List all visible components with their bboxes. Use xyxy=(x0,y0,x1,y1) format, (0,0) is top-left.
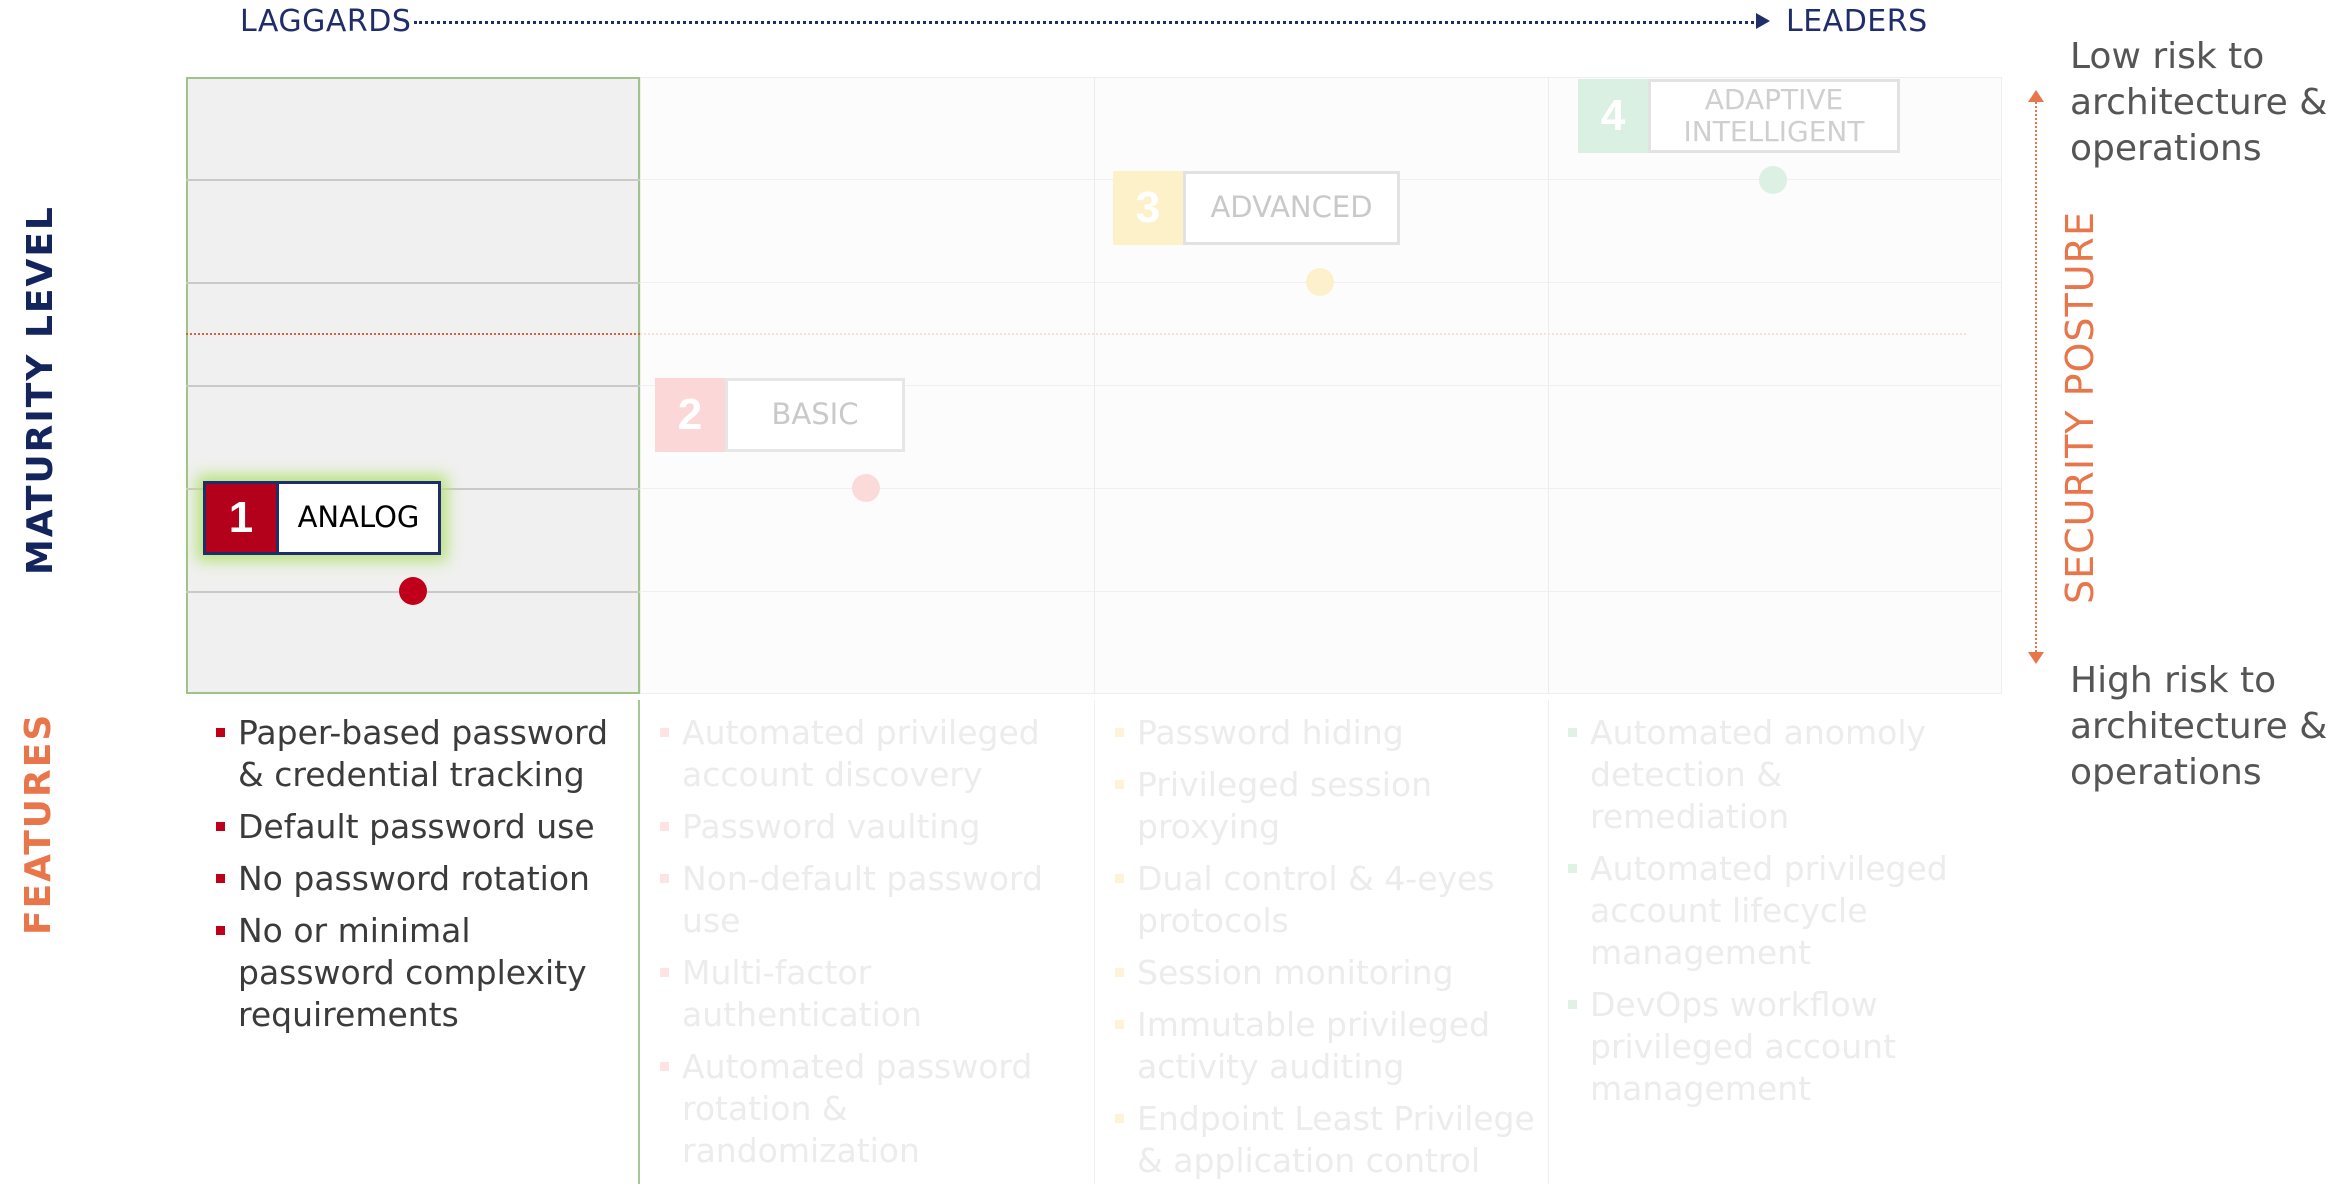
arrow-down-icon xyxy=(2028,652,2044,664)
feature-item: Session monitoring xyxy=(1115,952,1535,994)
feature-item: Immutable privileged activity auditing xyxy=(1115,1004,1535,1088)
level-badge-advanced: 3 ADVANCED xyxy=(1113,171,1400,245)
high-risk-label: High risk to architecture & operations xyxy=(2070,660,2328,793)
feature-item: Non-default password use xyxy=(660,858,1080,942)
progression-arrow-line xyxy=(414,21,1760,24)
level-number: 4 xyxy=(1578,79,1648,153)
features-advanced: Password hiding Privileged session proxy… xyxy=(1115,712,1535,1192)
level-badge-analog: 1 ANALOG xyxy=(203,481,441,555)
feature-item: Automated anomoly detection & remediatio… xyxy=(1568,712,1968,838)
column-divider xyxy=(638,700,640,1184)
feature-item: No or minimal password complexity requir… xyxy=(216,910,636,1036)
level-label: ANALOG xyxy=(276,481,441,555)
feature-item: Endpoint Least Privilege & application c… xyxy=(1115,1098,1535,1182)
security-axis-line xyxy=(2035,98,2037,656)
grid-line xyxy=(186,282,640,284)
security-posture-title: SECURITY POSTURE xyxy=(2058,211,2102,604)
leaders-label: LEADERS xyxy=(1786,4,1928,39)
grid-line xyxy=(1548,77,1549,694)
column-divider xyxy=(1094,700,1095,1184)
features-basic: Automated privileged account discovery P… xyxy=(660,712,1080,1182)
level-badge-basic: 2 BASIC xyxy=(655,378,905,452)
features-title: FEATURES xyxy=(18,712,59,935)
grid-line xyxy=(186,179,640,181)
feature-item: Default password use xyxy=(216,806,636,848)
level-marker xyxy=(1759,166,1787,194)
feature-item: Automated password rotation & randomizat… xyxy=(660,1046,1080,1172)
maturity-level-title: MATURITY LEVEL xyxy=(20,205,61,575)
level-label: ADAPTIVE INTELLIGENT xyxy=(1648,79,1900,153)
column-divider xyxy=(1548,700,1549,1184)
grid-line xyxy=(186,385,640,387)
feature-item: No password rotation xyxy=(216,858,636,900)
level-number: 3 xyxy=(1113,171,1183,245)
feature-item: DevOps workflow privileged account manag… xyxy=(1568,984,1968,1110)
grid-line xyxy=(640,488,2002,489)
feature-item: Password hiding xyxy=(1115,712,1535,754)
feature-item: Multi-factor authentication xyxy=(660,952,1080,1036)
threshold-line xyxy=(186,333,640,335)
feature-item: Dual control & 4-eyes protocols xyxy=(1115,858,1535,942)
threshold-line xyxy=(640,333,1966,335)
arrow-right-icon xyxy=(1756,13,1770,29)
level-label: BASIC xyxy=(725,378,905,452)
level-badge-adaptive-intelligent: 4 ADAPTIVE INTELLIGENT xyxy=(1578,79,1900,153)
features-analog: Paper-based password & credential tracki… xyxy=(216,712,636,1046)
feature-item: Paper-based password & credential tracki… xyxy=(216,712,636,796)
grid-line xyxy=(1094,77,1095,694)
feature-item: Password vaulting xyxy=(660,806,1080,848)
feature-item: Automated privileged account discovery xyxy=(660,712,1080,796)
level-marker xyxy=(852,474,880,502)
level-number: 1 xyxy=(203,481,276,555)
feature-item: Automated privileged account lifecycle m… xyxy=(1568,848,1968,974)
level-marker xyxy=(399,577,427,605)
level-label: ADVANCED xyxy=(1183,171,1400,245)
grid-line xyxy=(640,591,2002,592)
feature-item: Privileged session proxying xyxy=(1115,764,1535,848)
laggards-label: LAGGARDS xyxy=(240,4,412,39)
level-marker xyxy=(1306,268,1334,296)
features-adaptive-intelligent: Automated anomoly detection & remediatio… xyxy=(1568,712,1968,1120)
level-number: 2 xyxy=(655,378,725,452)
low-risk-label: Low risk to architecture & operations xyxy=(2070,36,2328,169)
